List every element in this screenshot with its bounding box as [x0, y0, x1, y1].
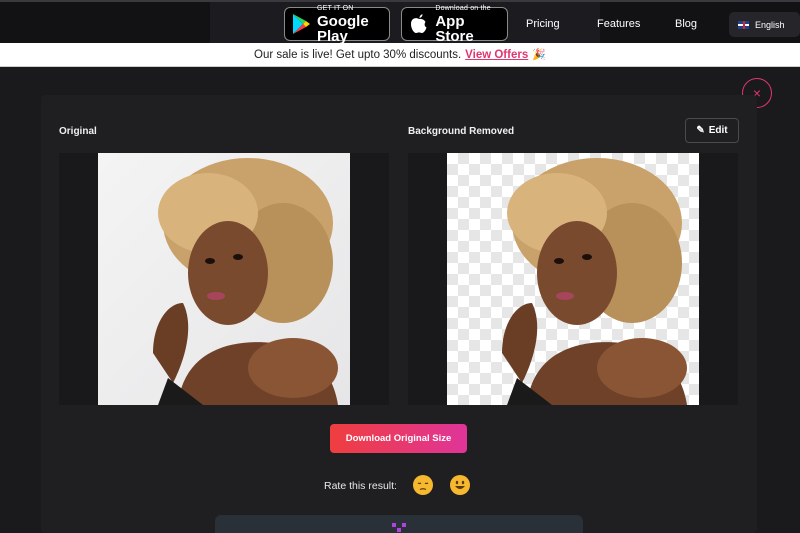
background-removed-label: Background Removed	[408, 126, 515, 137]
app-store-big-text: App Store	[435, 12, 474, 45]
language-selector[interactable]: English	[729, 12, 800, 37]
uk-flag-icon	[738, 20, 749, 29]
removed-background-photo	[447, 153, 699, 405]
original-photo	[98, 153, 350, 405]
brand-logo-icon	[392, 523, 406, 532]
nav-link-blog[interactable]: Blog	[675, 18, 697, 30]
nav-link-pricing[interactable]: Pricing	[526, 18, 560, 30]
google-play-big-text: Google Play	[317, 12, 369, 45]
view-offers-link[interactable]: View Offers	[465, 49, 528, 61]
apple-icon	[408, 12, 429, 36]
promo-text: Our sale is live! Get upto 30% discounts…	[254, 48, 462, 61]
download-original-button[interactable]: Download Original Size	[330, 424, 467, 453]
promo-banner: Our sale is live! Get upto 30% discounts…	[0, 43, 800, 67]
app-store-small-text: Download on the	[435, 4, 491, 12]
bottom-card	[215, 515, 583, 533]
edit-label: Edit	[708, 125, 728, 136]
top-navigation: GET IT ON Google Play Download on the Ap…	[0, 0, 800, 45]
party-icon: 🎉	[532, 49, 546, 61]
google-play-icon	[291, 12, 311, 36]
nav-link-features[interactable]: Features	[597, 18, 640, 30]
rate-good-button[interactable]	[449, 474, 471, 496]
google-play-button[interactable]: GET IT ON Google Play	[284, 4, 390, 45]
edit-button[interactable]: ✎ Edit	[685, 118, 739, 143]
app-store-button[interactable]: Download on the App Store	[401, 4, 508, 45]
language-label: English	[755, 19, 785, 30]
original-label: Original	[59, 126, 97, 137]
happy-face-icon	[450, 475, 470, 495]
sad-face-icon	[413, 475, 433, 495]
pencil-icon: ✎	[696, 125, 705, 136]
rate-bad-button[interactable]	[412, 474, 434, 496]
rate-label: Rate this result:	[324, 480, 397, 492]
google-play-small-text: GET IT ON	[317, 4, 354, 12]
